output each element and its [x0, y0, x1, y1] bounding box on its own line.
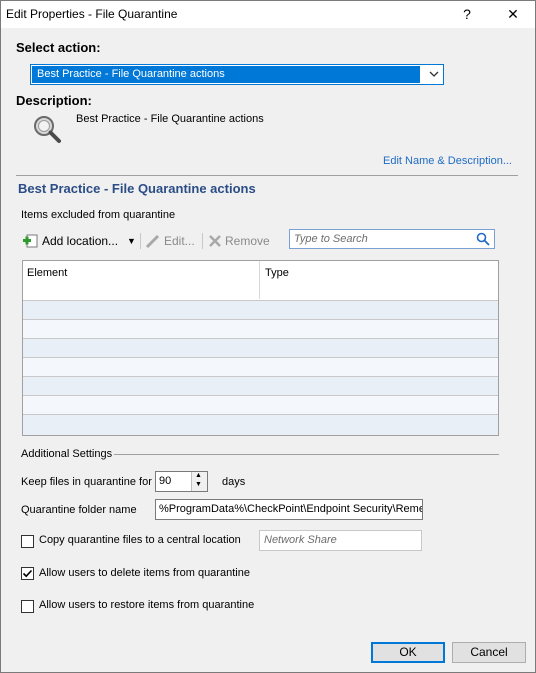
pencil-icon [145, 234, 160, 249]
folder-name-value: %ProgramData%\CheckPoint\Endpoint Securi… [159, 503, 423, 515]
stepper-down-icon[interactable]: ▼ [195, 481, 202, 488]
table-row[interactable] [23, 300, 498, 319]
copy-central-checkbox[interactable] [21, 535, 34, 548]
edit-name-description-link[interactable]: Edit Name & Description... [383, 155, 512, 167]
title-bar: Edit Properties - File Quarantine ? ✕ [1, 1, 535, 28]
action-select[interactable]: Best Practice - File Quarantine actions [30, 64, 444, 85]
stepper-up-icon[interactable]: ▲ [195, 472, 202, 479]
magnifier-icon [34, 116, 61, 143]
add-document-icon [23, 234, 38, 248]
search-input[interactable]: Type to Search [289, 229, 495, 249]
toolbar-separator [202, 233, 203, 249]
folder-name-input[interactable]: %ProgramData%\CheckPoint\Endpoint Securi… [155, 499, 423, 520]
dropdown-arrow-icon: ▼ [127, 236, 136, 246]
keep-days-stepper[interactable]: 90 ▲ ▼ [155, 471, 208, 492]
allow-restore-label: Allow users to restore items from quaran… [39, 599, 255, 611]
table-row[interactable] [23, 395, 498, 414]
divider [16, 175, 518, 176]
keep-days-value: 90 [159, 475, 172, 487]
network-share-input[interactable]: Network Share [259, 530, 422, 551]
delete-x-icon [209, 235, 221, 247]
dialog-window: Edit Properties - File Quarantine ? ✕ Se… [0, 0, 536, 673]
cancel-button[interactable]: Cancel [452, 642, 526, 663]
allow-delete-label: Allow users to delete items from quarant… [39, 567, 250, 579]
days-label: days [222, 476, 246, 488]
window-title: Edit Properties - File Quarantine [6, 7, 178, 21]
action-select-value: Best Practice - File Quarantine actions [32, 66, 420, 83]
network-share-placeholder: Network Share [264, 534, 337, 546]
checkmark-icon [22, 569, 33, 578]
chevron-down-icon [429, 71, 439, 77]
select-action-label: Select action: [16, 40, 101, 55]
add-location-label: Add location... [42, 234, 119, 248]
additional-settings-divider [114, 454, 499, 455]
column-header-type[interactable]: Type [261, 261, 498, 299]
column-header-element[interactable]: Element [23, 261, 260, 299]
table-row[interactable] [23, 357, 498, 376]
description-text: Best Practice - File Quarantine actions [76, 113, 264, 125]
additional-settings-label: Additional Settings [21, 448, 113, 460]
excluded-items-table[interactable]: Element Type [22, 260, 499, 436]
table-row[interactable] [23, 319, 498, 338]
allow-restore-checkbox[interactable] [21, 600, 34, 613]
add-location-button[interactable]: Add location... ▼ [23, 231, 138, 251]
edit-label: Edit... [164, 234, 195, 248]
excluded-items-label: Items excluded from quarantine [21, 209, 176, 221]
edit-button[interactable]: Edit... [145, 231, 200, 251]
table-row[interactable] [23, 376, 498, 395]
description-label: Description: [16, 93, 92, 108]
table-row[interactable] [23, 338, 498, 357]
search-placeholder: Type to Search [294, 233, 368, 245]
copy-central-label: Copy quarantine files to a central locat… [39, 534, 241, 546]
keep-files-label: Keep files in quarantine for [21, 476, 152, 488]
table-row[interactable] [23, 414, 498, 435]
help-button[interactable]: ? [445, 1, 489, 28]
toolbar-separator [140, 233, 141, 249]
details-heading: Best Practice - File Quarantine actions [18, 181, 256, 196]
folder-name-label: Quarantine folder name [21, 504, 137, 516]
remove-button[interactable]: Remove [208, 231, 273, 251]
ok-button[interactable]: OK [371, 642, 445, 663]
allow-delete-checkbox[interactable] [21, 567, 34, 580]
search-icon[interactable] [476, 232, 490, 246]
close-button[interactable]: ✕ [491, 1, 535, 28]
remove-label: Remove [225, 234, 270, 248]
